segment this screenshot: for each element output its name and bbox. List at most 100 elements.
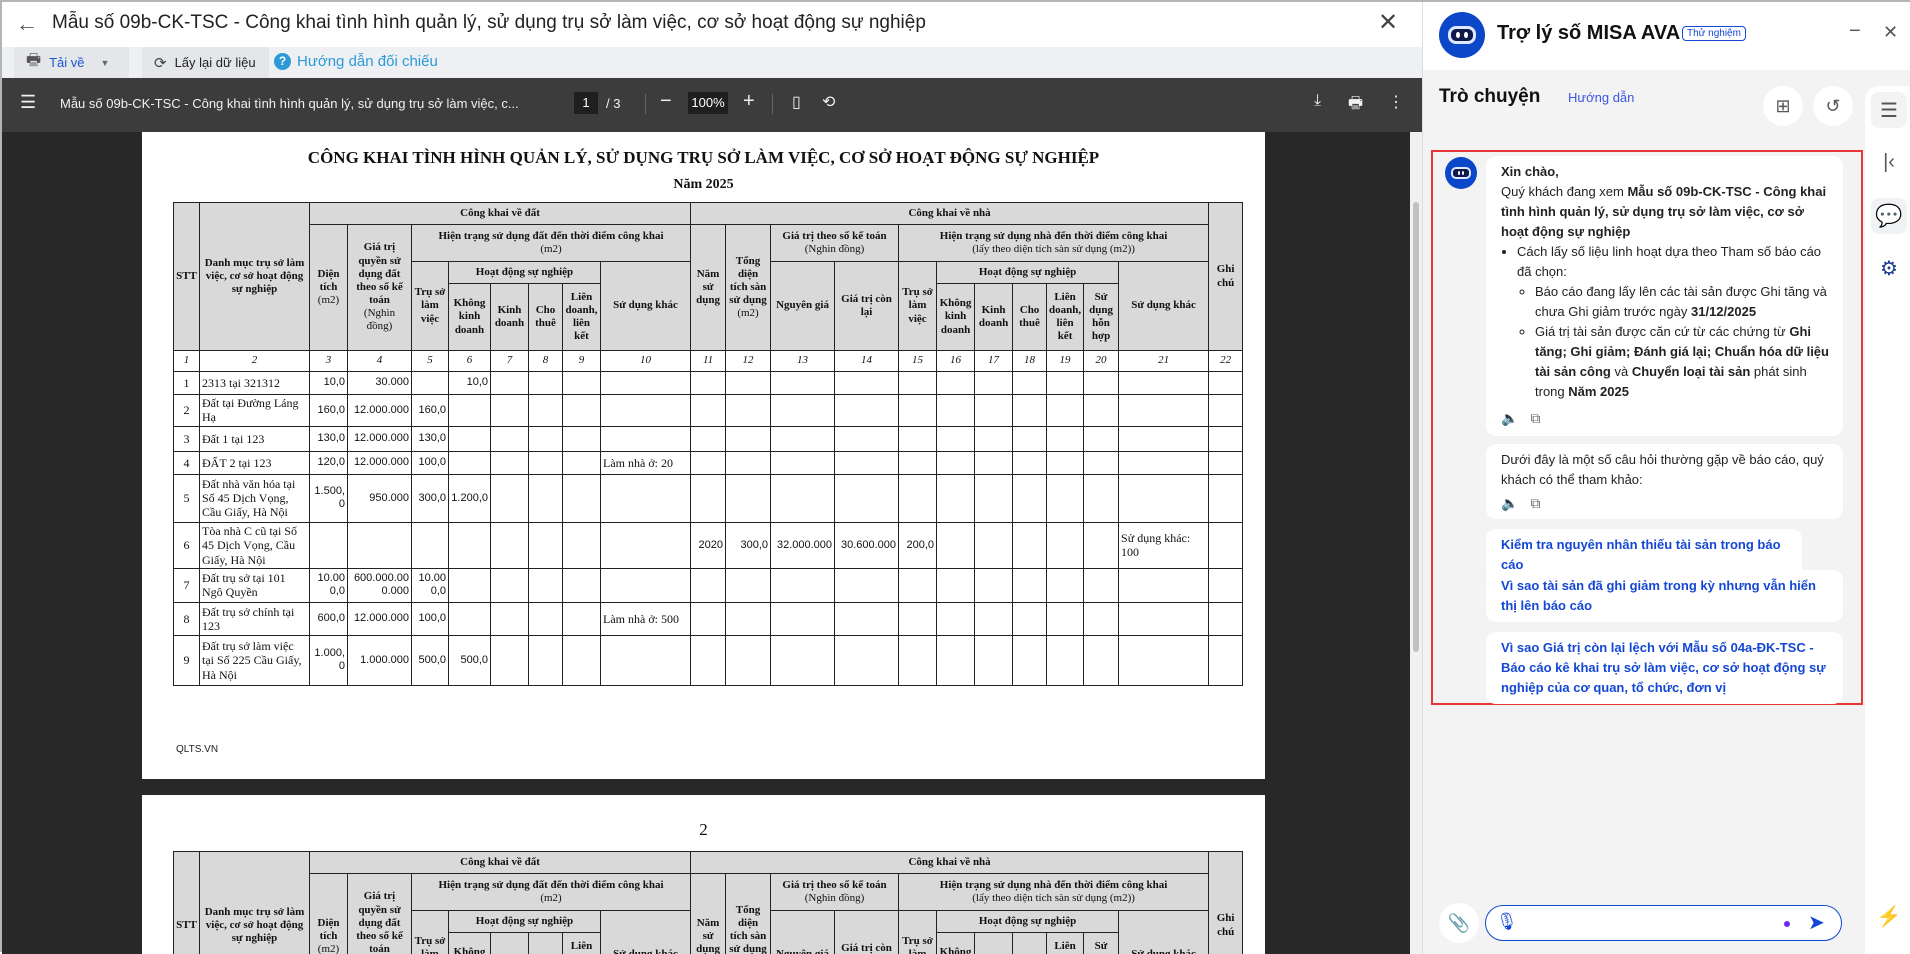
bot-message-faq: Dưới đây là một số câu hỏi thường gặp về… xyxy=(1486,444,1843,519)
microphone-icon[interactable]: 🎙 xyxy=(1496,912,1518,932)
attach-button[interactable]: 📎 xyxy=(1439,903,1479,943)
table-cell xyxy=(937,602,975,635)
quick-actions-icon[interactable]: ⚡ xyxy=(1871,898,1907,934)
table-cell xyxy=(771,372,835,395)
close-icon[interactable]: ✕ xyxy=(1378,8,1398,37)
table-cell xyxy=(1013,426,1047,451)
table-cell: 300,0 xyxy=(412,474,449,522)
table-cell xyxy=(1047,522,1084,568)
table-cell xyxy=(899,568,937,602)
table-cell: Trụ sở làm việc xyxy=(899,911,937,954)
print-icon[interactable]: 🖶 xyxy=(1348,92,1363,119)
column-number: 16 xyxy=(937,351,975,372)
collapse-icon[interactable]: |‹ xyxy=(1871,144,1907,180)
zoom-out-icon[interactable]: − xyxy=(660,90,672,113)
table-cell: Sử dụng khác xyxy=(601,911,691,954)
table-cell xyxy=(601,522,691,568)
table-cell: Nguyên giá xyxy=(771,262,835,351)
chevron-down-icon: ▼ xyxy=(101,58,110,68)
chat-tab[interactable]: Trò chuyện xyxy=(1439,86,1540,108)
suggestion-chip[interactable]: Vì sao Giá trị còn lại lệch với Mẫu số 0… xyxy=(1486,632,1843,704)
table-cell xyxy=(726,395,771,427)
table-cell xyxy=(726,568,771,602)
table-cell xyxy=(563,602,601,635)
table-cell: Giá trị quyền sử dụng đất theo sổ kế toá… xyxy=(348,225,412,351)
table-cell xyxy=(899,372,937,395)
table-cell: 7 xyxy=(174,568,200,602)
table-cell xyxy=(691,426,726,451)
copy-icon[interactable]: ⧉ xyxy=(1530,408,1540,428)
menu-icon[interactable]: ☰ xyxy=(1871,92,1907,128)
table-cell: 12.000.000 xyxy=(348,602,412,635)
table-cell xyxy=(1119,395,1209,427)
zoom-level-input[interactable]: 100% xyxy=(688,92,728,114)
download-button[interactable]: 🖶 Tải về ▼ xyxy=(14,47,129,78)
history-button[interactable]: ↺ xyxy=(1813,86,1853,126)
header-land: Công khai về đất xyxy=(310,852,691,874)
table-cell: 130,0 xyxy=(412,426,449,451)
speaker-icon[interactable]: 🔈 xyxy=(1501,408,1518,428)
speaker-icon[interactable]: 🔈 xyxy=(1501,493,1518,513)
table-cell: Liên doanh, liên kết xyxy=(563,284,601,351)
minimize-icon[interactable]: − xyxy=(1849,20,1861,43)
table-cell xyxy=(449,451,491,474)
table-cell: Tổng diện tích sàn sử dụng(m2) xyxy=(726,874,771,954)
table-cell: Cho thuê xyxy=(1013,284,1047,351)
suggestion-chip[interactable]: Vì sao tài sản đã ghi giảm trong kỳ nhưn… xyxy=(1486,570,1843,622)
table-cell xyxy=(771,395,835,427)
table-cell: 100,0 xyxy=(412,451,449,474)
table-cell xyxy=(975,474,1013,522)
column-number-row: 12345678910111213141516171819202122 xyxy=(174,351,1243,372)
window-title: Mẫu số 09b-CK-TSC - Công khai tình hình … xyxy=(52,12,926,34)
chat-bubble-icon[interactable]: 💬 xyxy=(1871,198,1907,234)
menu-icon[interactable]: ☰ xyxy=(20,92,36,113)
settings-icon[interactable]: ⚙ xyxy=(1871,250,1907,286)
table-cell xyxy=(899,602,937,635)
fit-page-icon[interactable]: ▯ xyxy=(792,92,801,112)
table-cell xyxy=(1209,451,1243,474)
table-cell xyxy=(899,426,937,451)
guide-label: Hướng dẫn đối chiếu xyxy=(297,53,438,70)
new-chat-button[interactable]: ⊞ xyxy=(1763,86,1803,126)
table-cell: 200,0 xyxy=(899,522,937,568)
column-number: 9 xyxy=(563,351,601,372)
table-cell: 10.000,0 xyxy=(310,568,348,602)
guide-link[interactable]: Hướng dẫn xyxy=(1568,90,1634,105)
table-cell xyxy=(529,474,563,522)
table-cell xyxy=(529,451,563,474)
header-stt: STT xyxy=(174,203,200,351)
guide-link[interactable]: ? Hướng dẫn đối chiếu xyxy=(274,53,438,70)
scrollbar-thumb[interactable] xyxy=(1413,202,1419,652)
more-options-icon[interactable]: ⋮ xyxy=(1388,92,1404,112)
plus-square-icon: ⊞ xyxy=(1775,96,1790,117)
table-cell xyxy=(726,602,771,635)
back-arrow-icon[interactable]: ← xyxy=(16,11,38,37)
column-number: 14 xyxy=(835,351,899,372)
rotate-icon[interactable]: ⟲ xyxy=(822,92,835,112)
close-icon[interactable]: ✕ xyxy=(1883,22,1898,43)
table-cell xyxy=(937,522,975,568)
download-icon[interactable]: ⤓ xyxy=(1314,92,1321,110)
page-total: / 3 xyxy=(606,96,620,111)
bot-avatar xyxy=(1445,157,1477,189)
table-cell xyxy=(1047,372,1084,395)
copy-icon[interactable]: ⧉ xyxy=(1530,493,1540,513)
table-cell xyxy=(1119,602,1209,635)
table-cell: 6 xyxy=(174,522,200,568)
send-icon[interactable]: ➤ xyxy=(1808,910,1825,935)
page-number-input[interactable]: 1 xyxy=(574,92,598,114)
page-number: 2 xyxy=(142,820,1265,840)
table-cell xyxy=(491,522,529,568)
table-cell xyxy=(529,635,563,685)
table-cell xyxy=(1013,602,1047,635)
chat-input[interactable]: 🎙 ➤ xyxy=(1485,905,1842,941)
reload-data-button[interactable]: ⟳ Lấy lại dữ liệu xyxy=(142,47,269,78)
bot-message-greeting: Xin chào, Quý khách đang xem Mẫu số 09b-… xyxy=(1486,156,1843,436)
table-cell: Giá trị theo sổ kế toán(Nghìn đồng) xyxy=(771,874,899,911)
zoom-in-icon[interactable]: + xyxy=(743,90,755,113)
header-note: Ghi chú xyxy=(1209,852,1243,954)
table-cell xyxy=(1013,451,1047,474)
table-cell: 5 xyxy=(174,474,200,522)
refresh-icon: ⟳ xyxy=(154,54,167,72)
table-cell xyxy=(835,635,899,685)
